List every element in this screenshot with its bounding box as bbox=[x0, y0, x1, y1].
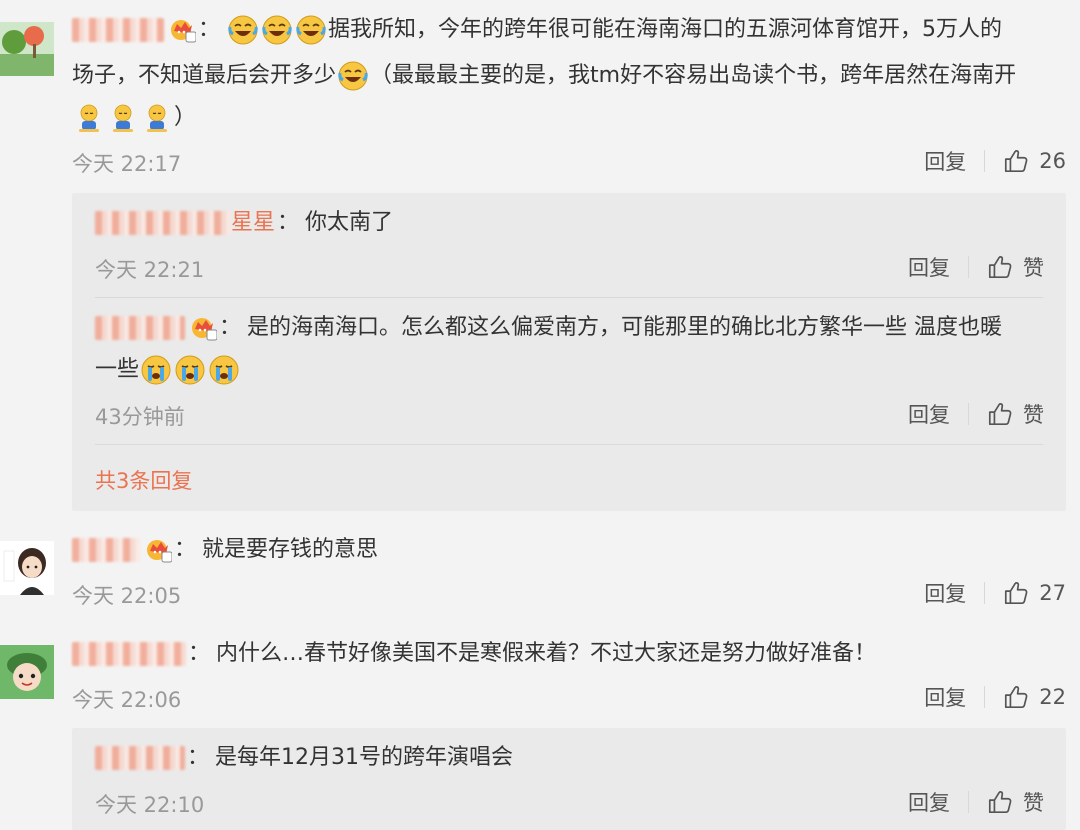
thumbs-up-icon bbox=[987, 254, 1013, 280]
avatar[interactable] bbox=[0, 541, 54, 595]
comment-text: 场子，不知道最后会开多少 bbox=[72, 63, 337, 88]
reply-actions: 回复 赞 bbox=[908, 787, 1044, 817]
reply-line: 星星： 你太南了 bbox=[95, 199, 393, 247]
like-label: 赞 bbox=[1023, 256, 1044, 280]
reply-text: 你太南了 bbox=[305, 210, 394, 235]
reply-text: 是每年12月31号的跨年演唱会 bbox=[215, 745, 514, 770]
sad-kneel-emoji bbox=[141, 102, 173, 134]
crying-emoji bbox=[208, 354, 240, 386]
timestamp: 今天 22:21 bbox=[95, 258, 205, 282]
divider bbox=[984, 686, 986, 708]
username[interactable] bbox=[95, 746, 185, 770]
timestamp: 今天 22:10 bbox=[95, 793, 205, 817]
divider bbox=[984, 582, 986, 604]
crown-icon bbox=[191, 315, 217, 341]
comment-actions: 回复 26 bbox=[924, 146, 1066, 176]
comment-actions: 回复 27 bbox=[924, 578, 1066, 608]
reply-line: ：是每年12月31号的跨年演唱会 bbox=[95, 734, 513, 782]
divider bbox=[968, 791, 969, 813]
reply-line: ：是的海南海口。怎么都这么偏爱南方，可能那里的确比北方繁华一些 温度也暖 bbox=[95, 304, 1002, 352]
like-count: 27 bbox=[1039, 581, 1066, 605]
comment-line: ：内什么…春节好像美国不是寒假来着？不过大家还是努力做好准备！ bbox=[72, 630, 876, 678]
username[interactable] bbox=[72, 642, 186, 666]
comment-text: ） bbox=[174, 105, 197, 130]
thumbs-up-icon bbox=[1003, 580, 1029, 606]
comment-text: （最最最主要的是，我tm好不容易出岛读个书，跨年居然在海南开 bbox=[370, 63, 1017, 88]
divider bbox=[95, 444, 1043, 445]
thumbs-up-icon bbox=[1003, 684, 1029, 710]
timestamp: 今天 22:17 bbox=[72, 152, 182, 176]
like-count: 22 bbox=[1039, 685, 1066, 709]
reply-button[interactable]: 回复 bbox=[924, 682, 966, 712]
username[interactable] bbox=[95, 316, 185, 340]
like-label: 赞 bbox=[1023, 791, 1044, 815]
divider bbox=[968, 403, 969, 425]
avatar[interactable] bbox=[0, 22, 54, 76]
laugh-cry-emoji bbox=[337, 60, 369, 92]
comment-line: 场子，不知道最后会开多少 （最最最主要的是，我tm好不容易出岛读个书，跨年居然在海… bbox=[72, 52, 1016, 100]
like-count: 26 bbox=[1039, 149, 1066, 173]
username[interactable] bbox=[95, 211, 231, 235]
like-button[interactable]: 赞 bbox=[987, 787, 1044, 817]
reply-button[interactable]: 回复 bbox=[908, 787, 950, 817]
divider bbox=[95, 297, 1043, 298]
divider bbox=[984, 150, 986, 172]
reply-actions: 回复 赞 bbox=[908, 399, 1044, 429]
timestamp: 43分钟前 bbox=[95, 405, 185, 429]
thumbs-up-icon bbox=[987, 401, 1013, 427]
thumbs-up-icon bbox=[1003, 148, 1029, 174]
like-button[interactable]: 27 bbox=[1003, 580, 1066, 606]
comment-text: 内什么…春节好像美国不是寒假来着？不过大家还是努力做好准备！ bbox=[216, 641, 877, 666]
like-button[interactable]: 26 bbox=[1003, 148, 1066, 174]
crying-emoji bbox=[174, 354, 206, 386]
comment-line: ：据我所知，今年的跨年很可能在海南海口的五源河体育馆开，5万人的 bbox=[72, 6, 1002, 54]
divider bbox=[968, 256, 969, 278]
laugh-cry-emoji bbox=[261, 14, 293, 46]
comment-actions: 回复 22 bbox=[924, 682, 1066, 712]
reply-text: 一些 bbox=[95, 357, 140, 382]
username[interactable] bbox=[72, 538, 140, 562]
sad-kneel-emoji bbox=[73, 102, 105, 134]
sad-kneel-emoji bbox=[107, 102, 139, 134]
comment-line: ：就是要存钱的意思 bbox=[72, 526, 378, 574]
more-replies-link[interactable]: 共3条回复 bbox=[95, 465, 192, 495]
username-tail[interactable]: 星星 bbox=[231, 210, 275, 235]
reply-actions: 回复 赞 bbox=[908, 252, 1044, 282]
thumbs-up-icon bbox=[987, 789, 1013, 815]
comment-text: 据我所知，今年的跨年很可能在海南海口的五源河体育馆开，5万人的 bbox=[328, 17, 1003, 42]
timestamp: 今天 22:06 bbox=[72, 688, 182, 712]
reply-button[interactable]: 回复 bbox=[908, 252, 950, 282]
crying-emoji bbox=[140, 354, 172, 386]
timestamp: 今天 22:05 bbox=[72, 584, 182, 608]
reply-line: 一些 bbox=[95, 346, 241, 394]
comment-line: ） bbox=[72, 94, 196, 142]
reply-button[interactable]: 回复 bbox=[924, 578, 966, 608]
comment-text: 就是要存钱的意思 bbox=[202, 537, 379, 562]
like-label: 赞 bbox=[1023, 403, 1044, 427]
like-button[interactable]: 赞 bbox=[987, 252, 1044, 282]
like-button[interactable]: 22 bbox=[1003, 684, 1066, 710]
like-button[interactable]: 赞 bbox=[987, 399, 1044, 429]
reply-button[interactable]: 回复 bbox=[908, 399, 950, 429]
crown-icon bbox=[146, 537, 172, 563]
avatar[interactable] bbox=[0, 645, 54, 699]
reply-button[interactable]: 回复 bbox=[924, 146, 966, 176]
laugh-cry-emoji bbox=[295, 14, 327, 46]
crown-icon bbox=[170, 17, 196, 43]
laugh-cry-emoji bbox=[227, 14, 259, 46]
reply-text: 是的海南海口。怎么都这么偏爱南方，可能那里的确比北方繁华一些 温度也暖 bbox=[247, 315, 1003, 340]
username[interactable] bbox=[72, 18, 164, 42]
